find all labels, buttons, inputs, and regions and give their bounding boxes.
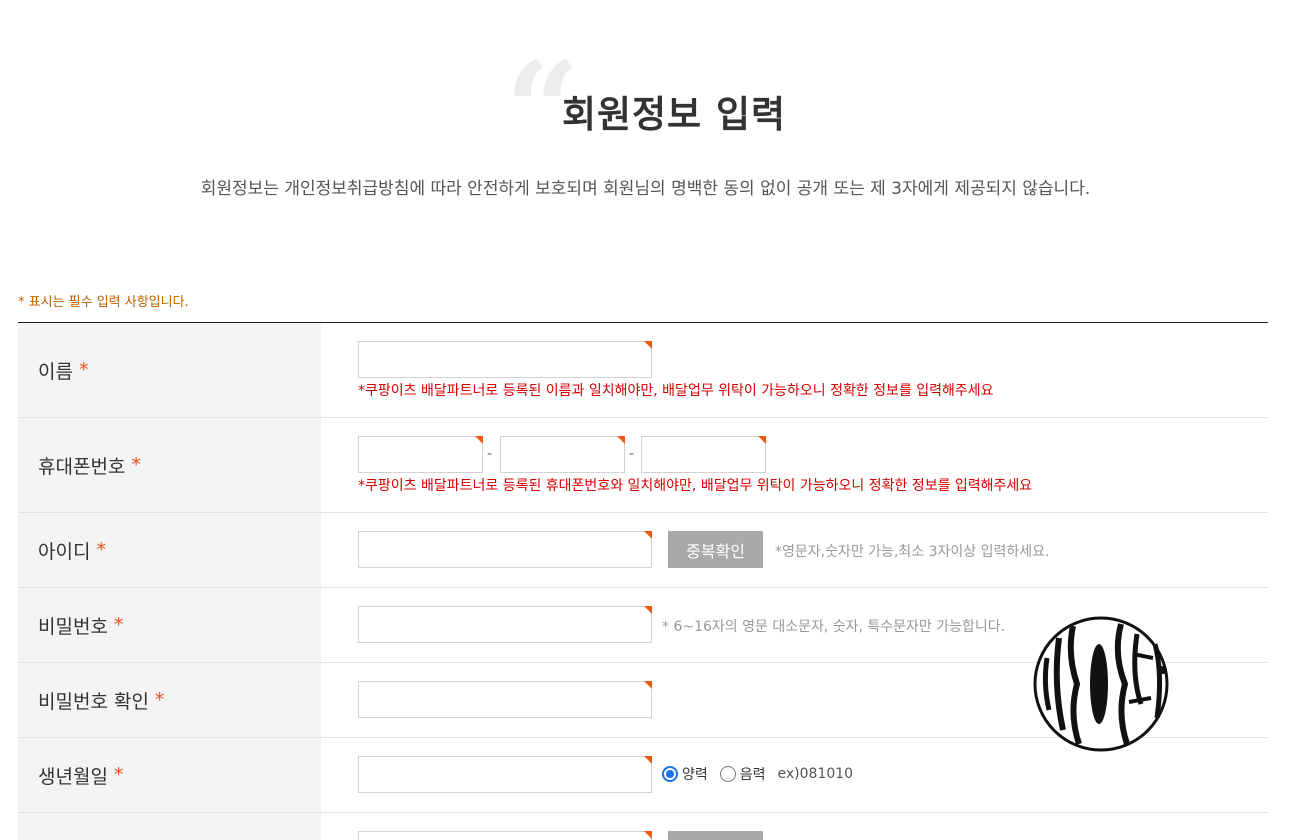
phone-value-cell: - - *쿠팡이츠 배달파트너로 등록된 휴대폰번호와 일치해야만, 배달업무 … bbox=[321, 418, 1268, 512]
phone-label: 휴대폰번호 bbox=[38, 455, 126, 478]
solar-radio[interactable] bbox=[662, 766, 678, 782]
phone-first-input[interactable] bbox=[359, 437, 482, 472]
required-star: * bbox=[96, 539, 106, 561]
birthday-field[interactable] bbox=[358, 756, 652, 793]
phone-last-field[interactable] bbox=[641, 436, 766, 473]
next-button[interactable] bbox=[668, 831, 763, 840]
userid-input[interactable] bbox=[359, 532, 651, 567]
required-note: * 표시는 필수 입력 사항입니다. bbox=[18, 295, 189, 310]
userid-row: 아이디 * 중복확인 *영문자,숫자만 가능,최소 3자이상 입력하세요. bbox=[18, 513, 1268, 588]
required-star: * bbox=[78, 359, 89, 381]
birthday-label: 생년월일 bbox=[38, 765, 108, 788]
phone-separator: - bbox=[487, 446, 493, 462]
name-label: 이름 bbox=[38, 360, 73, 383]
password-confirm-label: 비밀번호 확인 bbox=[38, 690, 149, 713]
page-subtitle: 회원정보는 개인정보취급방침에 따라 안전하게 보호되며 회원님의 명백한 동의… bbox=[200, 179, 1091, 199]
birthday-example: ex)081010 bbox=[777, 766, 854, 782]
password-confirm-label-cell: 비밀번호 확인 * bbox=[18, 663, 321, 737]
password-label: 비밀번호 bbox=[38, 615, 108, 638]
phone-first-field[interactable] bbox=[358, 436, 483, 473]
password-label-cell: 비밀번호 * bbox=[18, 588, 321, 662]
name-warning: *쿠팡이츠 배달파트너로 등록된 이름과 일치해야만, 배달업무 위탁이 가능하… bbox=[358, 383, 994, 399]
userid-field[interactable] bbox=[358, 531, 652, 568]
calendar-type-group: 양력 음력 ex)081010 bbox=[662, 764, 853, 784]
required-star: * bbox=[113, 614, 124, 636]
name-field[interactable] bbox=[358, 341, 652, 378]
phone-middle-input[interactable] bbox=[501, 437, 624, 472]
next-row-partial bbox=[18, 813, 1268, 840]
phone-separator: - bbox=[629, 446, 635, 462]
phone-middle-field[interactable] bbox=[500, 436, 625, 473]
page-header: “ 회원정보 입력 회원정보는 개인정보취급방침에 따라 안전하게 보호되며 회… bbox=[0, 0, 1301, 260]
userid-hint: *영문자,숫자만 가능,최소 3자이상 입력하세요. bbox=[775, 544, 1050, 560]
solar-label[interactable]: 양력 bbox=[682, 764, 708, 784]
password-input[interactable] bbox=[359, 607, 651, 642]
required-star: * bbox=[113, 764, 124, 786]
next-value-cell bbox=[321, 813, 1268, 840]
userid-value-cell: 중복확인 *영문자,숫자만 가능,최소 3자이상 입력하세요. bbox=[321, 513, 1268, 587]
required-star: * bbox=[131, 454, 141, 476]
next-field[interactable] bbox=[358, 831, 652, 840]
lunar-label[interactable]: 음력 bbox=[740, 764, 766, 784]
birthday-label-cell: 생년월일 * bbox=[18, 738, 321, 812]
next-label-cell bbox=[18, 813, 321, 840]
userid-label-cell: 아이디 * bbox=[18, 513, 321, 587]
password-confirm-input[interactable] bbox=[359, 682, 651, 717]
name-input[interactable] bbox=[359, 342, 651, 377]
duplicate-check-button[interactable]: 중복확인 bbox=[668, 531, 763, 568]
password-confirm-field[interactable] bbox=[358, 681, 652, 718]
password-hint: * 6~16자의 영문 대소문자, 숫자, 특수문자만 가능합니다. bbox=[662, 619, 1006, 635]
userid-label: 아이디 bbox=[38, 540, 91, 563]
name-row: 이름 * *쿠팡이츠 배달파트너로 등록된 이름과 일치해야만, 배달업무 위탁이… bbox=[18, 323, 1268, 418]
phone-label-cell: 휴대폰번호 * bbox=[18, 418, 321, 512]
name-value-cell: *쿠팡이츠 배달파트너로 등록된 이름과 일치해야만, 배달업무 위탁이 가능하… bbox=[321, 323, 1268, 417]
member-info-form: 이름 * *쿠팡이츠 배달파트너로 등록된 이름과 일치해야만, 배달업무 위탁이… bbox=[18, 322, 1268, 840]
page-title: 회원정보 입력 bbox=[561, 93, 787, 136]
phone-row: 휴대폰번호 * - - *쿠팡이츠 배달파트너로 등록된 휴대폰번호와 일치해야만… bbox=[18, 418, 1268, 513]
birthday-input[interactable] bbox=[359, 757, 651, 792]
required-star: * bbox=[154, 689, 165, 711]
decorative-stamp-logo bbox=[1033, 616, 1169, 752]
phone-last-input[interactable] bbox=[642, 437, 765, 472]
name-label-cell: 이름 * bbox=[18, 323, 321, 417]
lunar-radio[interactable] bbox=[719, 766, 736, 782]
phone-warning: *쿠팡이츠 배달파트너로 등록된 휴대폰번호와 일치해야만, 배달업무 위탁이 … bbox=[358, 478, 1033, 494]
password-field[interactable] bbox=[358, 606, 652, 643]
